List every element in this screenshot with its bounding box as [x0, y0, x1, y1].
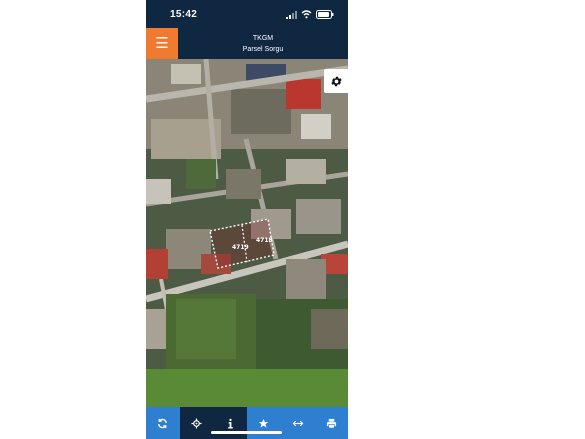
menu-button[interactable]: ☰	[146, 28, 178, 59]
hamburger-icon: ☰	[155, 35, 169, 52]
map-imagery: 4719 4718	[146, 59, 348, 407]
refresh-icon	[158, 418, 168, 428]
favorites-button[interactable]	[247, 407, 281, 439]
home-indicator	[211, 431, 282, 434]
parcel-label: 4718	[256, 237, 273, 244]
battery-icon	[316, 10, 334, 19]
locate-icon	[191, 417, 202, 429]
bottom-toolbar	[146, 407, 348, 439]
app-header: ☰ TKGM Parsel Sorgu	[146, 28, 348, 59]
map-settings-button[interactable]	[324, 69, 348, 93]
status-time: 15:42	[170, 9, 198, 20]
status-icons	[286, 10, 334, 19]
wifi-icon	[301, 10, 312, 19]
header-title-block: TKGM Parsel Sorgu	[178, 33, 348, 55]
signal-icon	[286, 10, 297, 19]
star-icon	[259, 418, 269, 428]
parcel-label: 4719	[232, 244, 249, 251]
measure-icon	[292, 420, 303, 426]
app-subtitle: Parsel Sorgu	[242, 46, 284, 53]
gear-icon	[330, 76, 342, 86]
phone-screen: 4719 4718 15:42 ☰ TKGM Parsel Sorgu	[146, 0, 348, 439]
print-button[interactable]	[314, 407, 348, 439]
measure-button[interactable]	[281, 407, 315, 439]
locate-button[interactable]	[179, 407, 214, 439]
status-bar: 15:42	[146, 0, 348, 28]
app-title: TKGM	[252, 35, 274, 42]
refresh-button[interactable]	[146, 407, 180, 439]
print-icon	[326, 418, 336, 428]
satellite-map[interactable]: 4719 4718	[146, 59, 348, 407]
info-icon	[227, 418, 233, 429]
info-button[interactable]	[213, 407, 248, 439]
